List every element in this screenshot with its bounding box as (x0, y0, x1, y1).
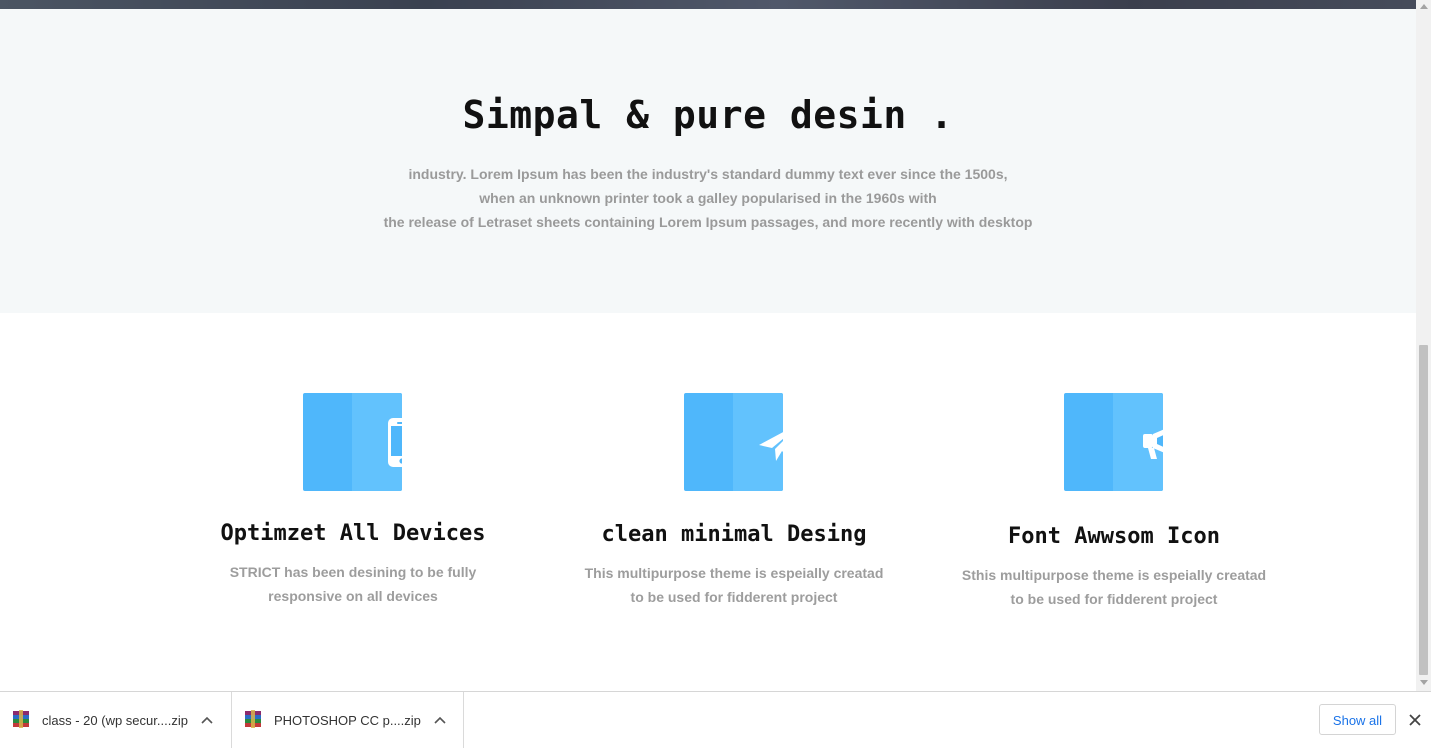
scroll-up-arrow-icon[interactable] (1420, 4, 1428, 9)
hero-image-strip (0, 0, 1416, 9)
scrollbar-thumb[interactable] (1419, 345, 1428, 675)
feature-title: Font Awwsom Icon (1008, 524, 1220, 549)
hero-description-line: when an unknown printer took a galley po… (479, 190, 937, 206)
paper-plane-icon (758, 431, 783, 461)
feature-title: Optimzet All Devices (220, 521, 486, 546)
feature-description-line: STRICT has been desining to be fully (229, 564, 477, 580)
winrar-archive-icon (13, 710, 29, 728)
chevron-up-icon[interactable] (201, 716, 213, 724)
download-shelf: class - 20 (wp secur....zip PHOTOSHOP CC… (0, 691, 1431, 748)
hero-description-line: industry. Lorem Ipsum has been the indus… (408, 166, 1008, 182)
feature-card-devices: Optimzet All Devices STRICT has been des… (163, 313, 543, 691)
feature-icon-box (1064, 393, 1163, 491)
bullhorn-icon (1142, 429, 1163, 459)
feature-description-line: responsive on all devices (268, 588, 438, 604)
feature-description-line: to be used for fidderent project (630, 589, 838, 605)
download-file-name: PHOTOSHOP CC p....zip (274, 713, 421, 728)
feature-card-design: clean minimal Desing This multipurpose t… (544, 313, 924, 691)
feature-description-line: to be used for fidderent project (1010, 591, 1218, 607)
feature-description-line: Sthis multipurpose theme is espeially cr… (961, 567, 1267, 583)
feature-description: STRICT has been desining to be fully res… (163, 560, 543, 608)
show-all-downloads-button[interactable]: Show all (1319, 704, 1396, 735)
feature-description: Sthis multipurpose theme is espeially cr… (924, 563, 1304, 611)
feature-description-line: This multipurpose theme is espeially cre… (584, 565, 884, 581)
hero-description-line: the release of Letraset sheets containin… (383, 214, 1033, 230)
feature-title: clean minimal Desing (601, 522, 867, 547)
download-file-name: class - 20 (wp secur....zip (42, 713, 188, 728)
mobile-phone-icon (387, 418, 402, 467)
vertical-scrollbar[interactable] (1416, 0, 1431, 691)
hero-description: industry. Lorem Ipsum has been the indus… (0, 162, 1416, 234)
page-title: Simpal & pure desin . (462, 93, 954, 137)
feature-description: This multipurpose theme is espeially cre… (544, 561, 924, 609)
features-section: Optimzet All Devices STRICT has been des… (0, 313, 1416, 691)
close-icon[interactable] (1409, 714, 1421, 726)
download-item[interactable]: class - 20 (wp secur....zip (0, 692, 232, 748)
download-item[interactable]: PHOTOSHOP CC p....zip (232, 692, 464, 748)
winrar-archive-icon (245, 710, 261, 728)
feature-icon-box (684, 393, 783, 491)
feature-card-icons: Font Awwsom Icon Sthis multipurpose them… (924, 313, 1304, 691)
feature-icon-box (303, 393, 402, 491)
chevron-up-icon[interactable] (434, 716, 446, 724)
hero-section: Simpal & pure desin . industry. Lorem Ip… (0, 9, 1416, 313)
scroll-down-arrow-icon[interactable] (1420, 680, 1428, 685)
